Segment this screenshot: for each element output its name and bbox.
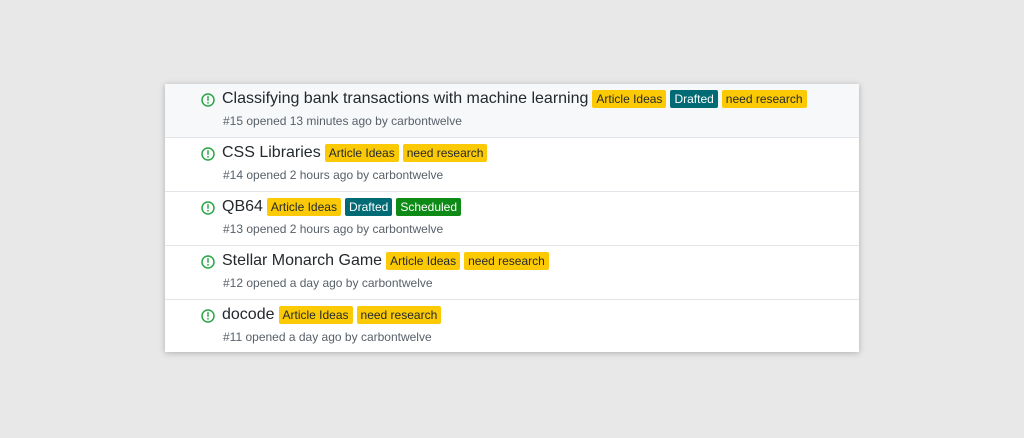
issue-number: #11 bbox=[223, 330, 243, 344]
label-article-ideas[interactable]: Article Ideas bbox=[386, 252, 461, 270]
issue-meta: #14 opened 2 hours ago by carbontwelve bbox=[223, 167, 443, 183]
label-drafted[interactable]: Drafted bbox=[670, 90, 718, 108]
issue-number: #12 bbox=[223, 276, 244, 290]
issue-row[interactable]: QB64 Article Ideas Drafted Scheduled #13… bbox=[165, 192, 859, 246]
label-article-ideas[interactable]: Article Ideas bbox=[324, 144, 399, 162]
issue-opened-icon bbox=[201, 255, 215, 269]
label-article-ideas[interactable]: Article Ideas bbox=[592, 90, 667, 108]
issue-author-link[interactable]: carbontwelve bbox=[361, 330, 432, 344]
issue-meta: #12 opened a day ago by carbontwelve bbox=[223, 275, 433, 291]
issue-title[interactable]: Stellar Monarch Game bbox=[222, 250, 382, 272]
issue-row[interactable]: Stellar Monarch Game Article Ideas need … bbox=[165, 246, 859, 300]
issue-title[interactable]: docode bbox=[222, 304, 275, 326]
issue-meta: #11 opened a day ago by carbontwelve bbox=[223, 329, 432, 345]
issue-author-link[interactable]: carbontwelve bbox=[391, 114, 462, 128]
issue-opened-icon bbox=[201, 309, 215, 323]
issue-author-link[interactable]: carbontwelve bbox=[372, 222, 443, 236]
issue-title[interactable]: CSS Libraries bbox=[222, 142, 321, 164]
issue-number: #13 bbox=[223, 222, 244, 236]
issue-opened-text: opened 2 hours ago by bbox=[246, 222, 370, 236]
issue-author-link[interactable]: carbontwelve bbox=[372, 168, 443, 182]
label-need-research[interactable]: need research bbox=[464, 252, 549, 270]
label-article-ideas[interactable]: Article Ideas bbox=[278, 306, 353, 324]
issue-opened-text: opened 13 minutes ago by bbox=[246, 114, 388, 128]
label-need-research[interactable]: need research bbox=[721, 90, 807, 108]
issue-opened-text: opened a day ago by bbox=[246, 276, 359, 290]
issue-opened-text: opened 2 hours ago by bbox=[246, 168, 370, 182]
label-need-research[interactable]: need research bbox=[402, 144, 488, 162]
issue-author-link[interactable]: carbontwelve bbox=[362, 276, 433, 290]
issue-meta: #13 opened 2 hours ago by carbontwelve bbox=[223, 221, 443, 237]
label-scheduled[interactable]: Scheduled bbox=[396, 198, 462, 216]
issue-meta: #15 opened 13 minutes ago by carbontwelv… bbox=[223, 113, 462, 129]
issue-list: Classifying bank transactions with machi… bbox=[165, 84, 859, 352]
issue-title[interactable]: QB64 bbox=[222, 196, 263, 218]
issue-number: #14 bbox=[223, 168, 244, 182]
issue-opened-text: opened a day ago by bbox=[245, 330, 358, 344]
label-article-ideas[interactable]: Article Ideas bbox=[266, 198, 341, 216]
issue-opened-icon bbox=[201, 147, 215, 161]
issue-row[interactable]: Classifying bank transactions with machi… bbox=[165, 84, 859, 138]
issue-row[interactable]: docode Article Ideas need research #11 o… bbox=[165, 300, 859, 352]
issue-row[interactable]: CSS Libraries Article Ideas need researc… bbox=[165, 138, 859, 192]
label-drafted[interactable]: Drafted bbox=[344, 198, 393, 216]
issue-title[interactable]: Classifying bank transactions with machi… bbox=[222, 88, 588, 110]
issue-opened-icon bbox=[201, 93, 215, 107]
issue-opened-icon bbox=[201, 201, 215, 215]
label-need-research[interactable]: need research bbox=[356, 306, 442, 324]
issue-number: #15 bbox=[223, 114, 244, 128]
